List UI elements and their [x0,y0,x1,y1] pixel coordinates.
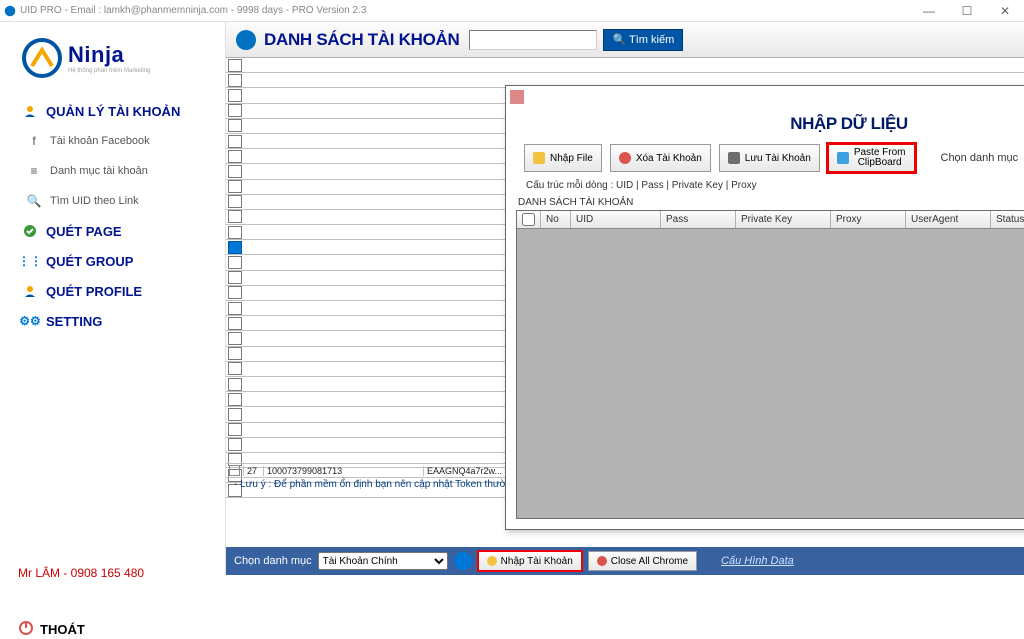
logo: Ninja Hệ thống phần mềm Marketing [22,38,207,78]
cat-label: Chọn danh mục [234,555,312,567]
col-no[interactable]: No [541,211,571,228]
nav-accounts[interactable]: QUẢN LÝ TÀI KHOẢN [18,96,207,126]
nav-scan-profile[interactable]: QUÉT PROFILE [18,276,207,306]
support-contact: Mr LÂM - 0908 165 480 [18,566,207,580]
row-checkbox[interactable] [228,347,242,360]
row-checkbox[interactable] [228,59,242,72]
import-table: No UID Pass Private Key Proxy UserAgent … [516,210,1024,519]
dots-icon: ⋮⋮ [22,253,38,269]
import-accounts-button[interactable]: Nhập Tài Khoản [478,551,582,571]
category-select[interactable]: Tài Khoản Chính [318,552,448,570]
window-titlebar: UID PRO - Email : lamkh@phanmemninja.com… [0,0,1024,22]
row-checkbox[interactable] [228,135,242,148]
row-checkbox[interactable] [228,241,242,254]
delete-account-button[interactable]: Xóa Tài Khoản [610,144,711,172]
modal-icon [510,90,524,104]
section-title: DANH SÁCH TÀI KHOẢN [506,197,1024,210]
clipboard-icon [837,152,849,164]
sidebar: Ninja Hệ thống phần mềm Marketing QUẢN L… [0,22,225,575]
power-icon [18,620,34,639]
row-checkbox[interactable] [228,378,242,391]
save-account-button[interactable]: Lưu Tài Khoản [719,144,820,172]
topbar: DANH SÁCH TÀI KHOẢN 🔍 Tìm kiếm [226,22,1024,58]
nav-scan-page[interactable]: QUÉT PAGE [18,216,207,246]
row-checkbox[interactable] [228,317,242,330]
import-table-body [517,229,1024,518]
row-checkbox[interactable] [228,89,242,102]
brand-sub: Hệ thống phần mềm Marketing [68,68,150,74]
gear-icon: ⚙⚙ [22,313,38,329]
logout-button[interactable]: THOÁT [18,620,207,639]
row-checkbox[interactable] [228,286,242,299]
row-checkbox[interactable] [228,74,242,87]
app-icon [4,5,16,17]
config-data-link[interactable]: Cấu Hình Data [721,555,794,567]
row-checkbox[interactable] [228,408,242,421]
row-checkbox[interactable] [228,438,242,451]
folder-icon [533,152,545,164]
nav-categories[interactable]: ≡Danh mục tài khoản [18,156,207,186]
nav-setting[interactable]: ⚙⚙SETTING [18,306,207,336]
row-checkbox[interactable] [228,362,242,375]
refresh-icon[interactable] [454,552,472,570]
row-checkbox[interactable] [228,423,242,436]
row-checkbox[interactable] [228,271,242,284]
list-icon: ≡ [26,163,42,179]
row-checkbox[interactable] [228,393,242,406]
row-checkbox[interactable] [228,302,242,315]
search-button[interactable]: 🔍 Tìm kiếm [603,29,683,51]
maximize-button[interactable]: ☐ [952,1,982,21]
save-icon [728,152,740,164]
close-button[interactable]: ✕ [990,1,1020,21]
col-proxy[interactable]: Proxy [831,211,906,228]
modal-titlebar: — ☐ ✕ [506,86,1024,108]
nav-find-uid[interactable]: 🔍Tìm UID theo Link [18,186,207,216]
row-checkbox[interactable] [228,165,242,178]
nav-scan-group[interactable]: ⋮⋮QUÉT GROUP [18,246,207,276]
brand-name: Ninja [68,42,150,68]
row-checkbox[interactable] [228,256,242,269]
row-checkbox[interactable] [228,210,242,223]
col-status[interactable]: Status [991,211,1024,228]
select-all-checkbox[interactable] [522,213,535,226]
minimize-button[interactable]: — [914,1,944,21]
format-hint: Cấu trúc mỗi dòng : UID | Pass | Private… [506,178,1024,197]
user-circle-icon [236,30,256,50]
paste-clipboard-button[interactable]: Paste FromClipBoard [828,144,915,172]
row-checkbox[interactable] [228,195,242,208]
nav-fb-accounts[interactable]: fTài khoản Facebook [18,126,207,156]
category-label: Chọn danh mục [941,152,1019,164]
main-content: DANH SÁCH TÀI KHOẢN 🔍 Tìm kiếm [225,22,1024,575]
profile-icon [22,283,38,299]
check-icon [22,223,38,239]
page-title: DANH SÁCH TÀI KHOẢN [264,30,459,50]
col-ua[interactable]: UserAgent [906,211,991,228]
col-pk[interactable]: Private Key [736,211,831,228]
row-checkbox[interactable] [228,150,242,163]
search-input[interactable] [469,30,597,50]
search-icon: 🔍 [26,193,42,209]
col-uid[interactable]: UID [571,211,661,228]
user-icon [22,103,38,119]
bottombar: Chọn danh mục Tài Khoản Chính Nhập Tài K… [226,547,1024,575]
row-checkbox[interactable] [228,332,242,345]
import-file-button[interactable]: Nhập File [524,144,602,172]
close-chrome-button[interactable]: Close All Chrome [588,551,697,571]
col-pass[interactable]: Pass [661,211,736,228]
window-title: UID PRO - Email : lamkh@phanmemninja.com… [20,5,366,16]
row-checkbox[interactable] [228,104,242,117]
modal-heading: NHẬP DỮ LIỆU [506,108,1024,144]
row-checkbox[interactable] [228,119,242,132]
import-modal: — ☐ ✕ NHẬP DỮ LIỆU Nhập File Xóa Tài Kho… [505,85,1024,530]
facebook-icon: f [26,133,42,149]
row-checkbox[interactable] [228,180,242,193]
delete-icon [619,152,631,164]
row-checkbox[interactable] [228,226,242,239]
